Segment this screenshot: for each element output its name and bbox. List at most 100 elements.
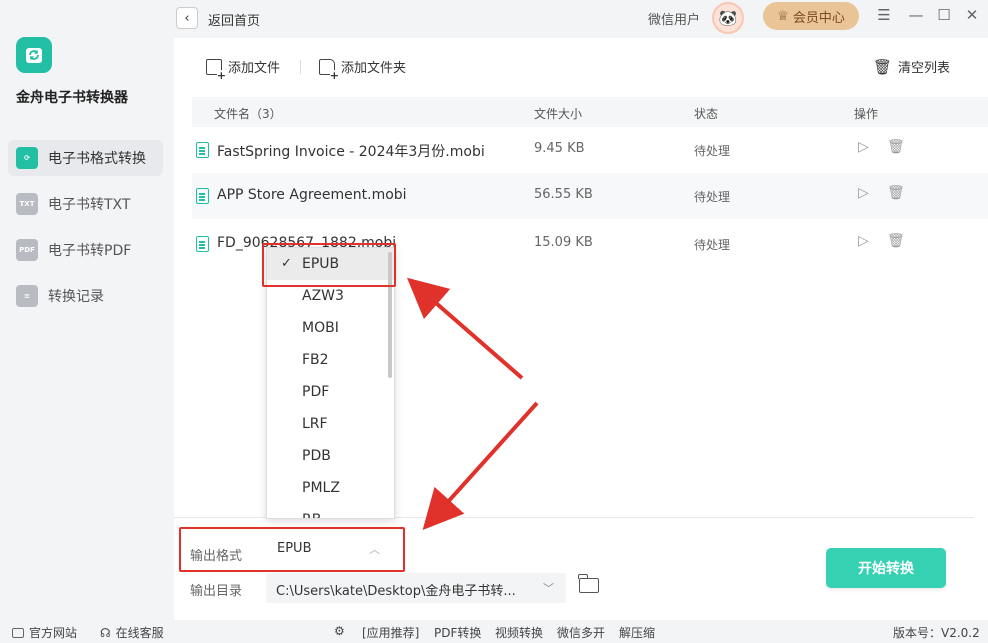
minimize-icon[interactable]: — — [906, 6, 926, 24]
add-folder-label: 添加文件夹 — [341, 61, 407, 76]
header-status: 状态 — [694, 107, 719, 121]
back-button[interactable]: ‹ — [176, 7, 198, 29]
file-icon — [196, 236, 209, 252]
option-label: RB — [302, 512, 321, 518]
footer: 官方网站 ☊ 在线客服 ⚙ [应用推荐] PDF转换 视频转换 微信多开 解压缩 … — [0, 620, 988, 643]
output-format-select[interactable]: EPUB — [277, 541, 312, 556]
play-icon[interactable]: ▷ — [858, 185, 869, 201]
option-label: EPUB — [302, 256, 340, 272]
maximize-icon[interactable]: ☐ — [934, 6, 954, 24]
sidebar-nav: ⟳ 电子书格式转换 TXT 电子书转TXT PDF 电子书转PDF ≡ 转换记录 — [8, 140, 163, 324]
folder-icon[interactable] — [578, 574, 599, 593]
dropdown-option[interactable]: PMLZ — [267, 472, 394, 504]
trash-icon: 🗑 — [873, 57, 893, 76]
back-label[interactable]: 返回首页 — [208, 10, 260, 29]
add-folder-icon — [319, 58, 339, 81]
file-name: APP Store Agreement.mobi — [217, 187, 407, 203]
file-status: 待处理 — [694, 238, 731, 252]
footer-link-wechat[interactable]: 微信多开 — [557, 624, 605, 641]
app-title: 金舟电子书转换器 — [16, 90, 128, 106]
output-dir-label: 输出目录 — [190, 584, 243, 599]
file-icon — [196, 188, 209, 204]
play-icon[interactable]: ▷ — [858, 233, 869, 249]
promo-label: [应用推荐] — [362, 626, 420, 640]
dropdown-option[interactable]: PDF — [267, 376, 394, 408]
version-label: 版本号：V2.0.2 — [893, 626, 980, 640]
sidebar-item-label: 电子书转TXT — [48, 197, 131, 213]
txt-icon: TXT — [16, 193, 38, 215]
dropdown-option[interactable]: RB — [267, 504, 394, 518]
dropdown-option[interactable]: LRF — [267, 408, 394, 440]
chevron-left-icon: ‹ — [184, 10, 190, 26]
toolbar-divider — [300, 60, 301, 74]
output-dir-select[interactable]: C:\Users\kate\Desktop\金舟电子书转... ﹀ — [266, 573, 566, 603]
support-label: 在线客服 — [115, 626, 164, 640]
sidebar-item-label: 电子书转PDF — [48, 243, 132, 259]
option-label: FB2 — [302, 352, 329, 368]
footer-link-video[interactable]: 视频转换 — [495, 624, 543, 641]
close-icon[interactable]: ✕ — [962, 6, 982, 24]
file-name: FastSpring Invoice - 2024年3月份.mobi — [217, 144, 485, 160]
option-label: MOBI — [302, 320, 339, 336]
convert-icon: ⟳ — [16, 147, 38, 169]
chevron-up-icon[interactable]: ︿ — [369, 541, 380, 557]
sidebar-item-format-convert[interactable]: ⟳ 电子书格式转换 — [8, 140, 163, 176]
website-label: 官方网站 — [29, 626, 78, 640]
monitor-icon — [12, 628, 24, 638]
panda-avatar-icon: 🐼 — [718, 9, 738, 27]
support-link[interactable]: ☊ 在线客服 — [100, 624, 164, 641]
dropdown-option[interactable]: ✓ EPUB — [267, 248, 394, 280]
vip-label: 会员中心 — [792, 10, 845, 26]
sidebar-item-label: 转换记录 — [48, 289, 104, 305]
add-folder-button[interactable]: 添加文件夹 — [319, 57, 407, 81]
file-icon — [196, 142, 209, 158]
start-convert-button[interactable]: 开始转换 — [826, 548, 946, 588]
dropdown-option[interactable]: AZW3 — [267, 280, 394, 312]
trash-icon[interactable]: 🗑 — [887, 139, 905, 155]
check-icon: ✓ — [281, 256, 292, 271]
format-dropdown[interactable]: ✓ EPUB AZW3 MOBI FB2 PDF LRF PDB PMLZ RB — [266, 247, 395, 519]
website-link[interactable]: 官方网站 — [12, 624, 77, 641]
option-label: LRF — [302, 416, 328, 432]
promo-icon: ⚙ — [334, 624, 345, 638]
pdf-icon: PDF — [16, 239, 38, 261]
add-file-button[interactable]: 添加文件 — [206, 57, 281, 81]
add-file-icon — [206, 58, 226, 81]
sidebar-item-to-txt[interactable]: TXT 电子书转TXT — [8, 186, 163, 222]
option-label: PDF — [302, 384, 330, 400]
sidebar-item-history[interactable]: ≡ 转换记录 — [8, 278, 163, 314]
footer-link-unzip[interactable]: 解压缩 — [619, 624, 655, 641]
menu-icon[interactable]: ☰ — [874, 6, 894, 24]
header-size: 文件大小 — [534, 107, 583, 121]
file-status: 待处理 — [694, 144, 731, 158]
trash-icon[interactable]: 🗑 — [887, 233, 905, 249]
add-file-label: 添加文件 — [228, 61, 281, 76]
dropdown-option[interactable]: PDB — [267, 440, 394, 472]
dropdown-scrollbar[interactable] — [388, 252, 392, 378]
dropdown-option[interactable]: FB2 — [267, 344, 394, 376]
vip-center-button[interactable]: ♕ 会员中心 — [763, 2, 859, 30]
footer-link-pdf[interactable]: PDF转换 — [434, 624, 481, 641]
app-logo-icon — [16, 37, 52, 73]
clear-list-button[interactable]: 🗑 清空列表 — [873, 57, 950, 77]
dropdown-option[interactable]: MOBI — [267, 312, 394, 344]
crown-icon: ♕ — [777, 8, 789, 24]
option-label: PDB — [302, 448, 331, 464]
play-icon[interactable]: ▷ — [858, 139, 869, 155]
trash-icon[interactable]: 🗑 — [887, 185, 905, 201]
chevron-down-icon: ﹀ — [543, 582, 554, 595]
file-status: 待处理 — [694, 190, 731, 204]
option-label: PMLZ — [302, 480, 340, 496]
option-label: AZW3 — [302, 288, 344, 304]
sidebar-item-to-pdf[interactable]: PDF 电子书转PDF — [8, 232, 163, 268]
table-row[interactable]: APP Store Agreement.mobi 56.55 KB 待处理 ▷ … — [192, 173, 988, 219]
headset-icon: ☊ — [100, 626, 111, 640]
table-row[interactable]: FastSpring Invoice - 2024年3月份.mobi 9.45 … — [192, 127, 988, 173]
avatar[interactable]: 🐼 — [712, 2, 744, 34]
output-dir-value: C:\Users\kate\Desktop\金舟电子书转... — [276, 584, 516, 599]
header-ops: 操作 — [854, 107, 879, 121]
history-icon: ≡ — [16, 285, 38, 307]
user-name[interactable]: 微信用户 — [648, 9, 700, 28]
table-header: 文件名（3） 文件大小 状态 操作 — [192, 97, 988, 127]
header-filename: 文件名（3） — [214, 107, 282, 121]
